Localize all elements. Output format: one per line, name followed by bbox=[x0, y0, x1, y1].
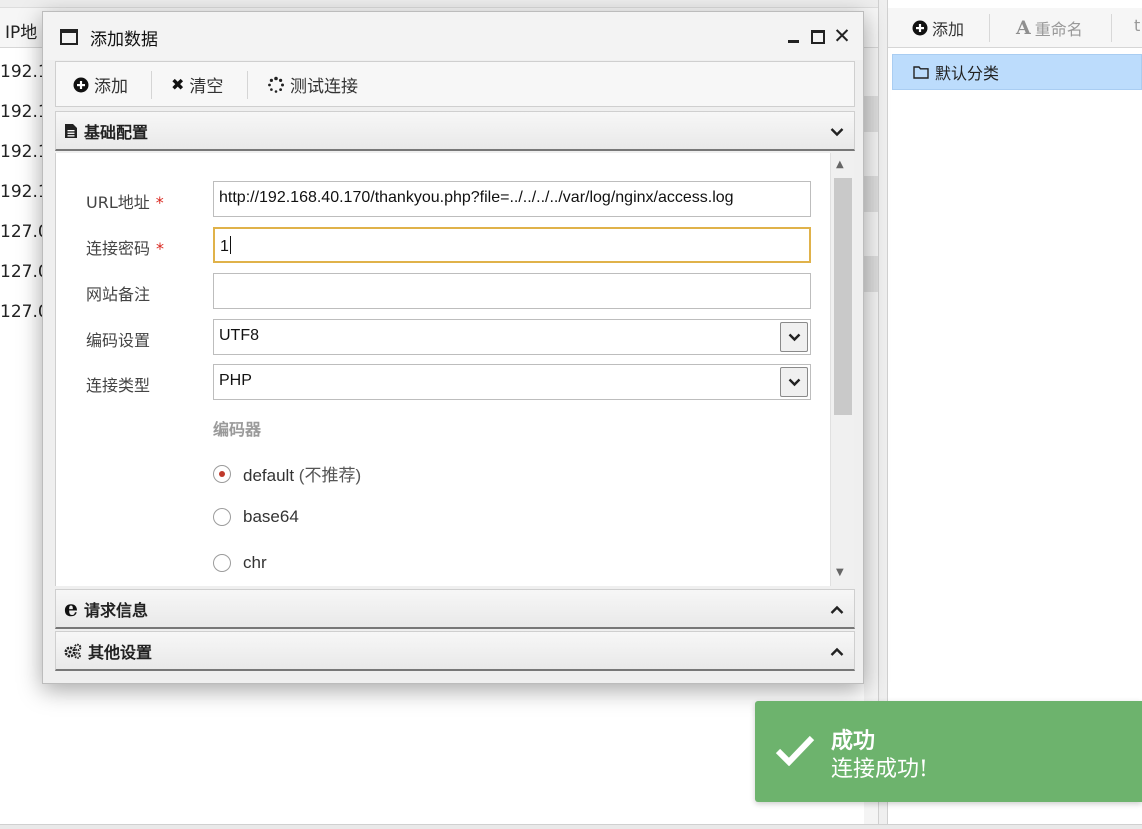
plus-circle-icon bbox=[912, 20, 928, 36]
category-toolbar: 添加 A 重命名 t bbox=[888, 8, 1142, 48]
url-input[interactable]: http://192.168.40.170/thankyou.php?file=… bbox=[213, 181, 811, 217]
category-item-label: 默认分类 bbox=[935, 64, 1000, 83]
dialog-toolbar: 添加 ✖ 清空 测试连接 bbox=[55, 61, 855, 107]
section-request-info[interactable]: e 请求信息 bbox=[55, 589, 855, 629]
encoder-name: default bbox=[243, 466, 295, 485]
encoder-name: base64 bbox=[243, 507, 299, 526]
toast-message: 连接成功! bbox=[831, 757, 928, 782]
close-x-icon: ✖ bbox=[171, 75, 185, 94]
type-label: 连接类型 bbox=[86, 376, 151, 395]
toolbar-divider bbox=[247, 71, 248, 99]
add-button[interactable]: 添加 bbox=[73, 72, 128, 97]
password-label: 连接密码 * bbox=[86, 239, 165, 258]
category-rename-label: 重命名 bbox=[1034, 20, 1083, 39]
url-label: URL地址 * bbox=[86, 193, 164, 212]
dialog-title-bar[interactable]: 添加数据 ✕ bbox=[43, 12, 863, 60]
category-more-label: t bbox=[1134, 16, 1141, 35]
document-icon bbox=[65, 123, 77, 138]
dialog-title: 添加数据 bbox=[90, 30, 158, 50]
checkmark-icon bbox=[775, 735, 815, 766]
password-input[interactable]: 1 bbox=[213, 227, 811, 263]
type-row: 连接类型 PHP bbox=[56, 362, 842, 402]
encoder-note: (不推荐) bbox=[298, 466, 362, 485]
basic-config-form: URL地址 * http://192.168.40.170/thankyou.ph… bbox=[55, 153, 842, 586]
list-scroll-mark bbox=[864, 176, 878, 212]
encoding-label: 编码设置 bbox=[86, 331, 151, 350]
scroll-down-icon[interactable]: ▼ bbox=[836, 567, 844, 578]
note-label: 网站备注 bbox=[86, 285, 151, 304]
section-basic-config[interactable]: 基础配置 bbox=[55, 111, 855, 151]
column-strip bbox=[0, 0, 878, 8]
scroll-thumb[interactable] bbox=[834, 178, 852, 415]
radio-unchecked[interactable] bbox=[213, 554, 231, 572]
status-bar bbox=[0, 824, 1142, 829]
chevron-up-icon bbox=[830, 642, 844, 661]
chevron-up-icon bbox=[830, 600, 844, 619]
encoding-select[interactable]: UTF8 bbox=[213, 319, 811, 355]
encoder-radio-base64[interactable]: base64 bbox=[213, 507, 299, 527]
section-request-info-label: 请求信息 bbox=[84, 600, 149, 620]
chevron-down-icon bbox=[830, 122, 844, 141]
add-button-label: 添加 bbox=[94, 77, 128, 97]
chevron-down-icon bbox=[788, 378, 800, 386]
category-add-button[interactable]: 添加 bbox=[912, 16, 964, 40]
clear-button[interactable]: ✖ 清空 bbox=[171, 72, 223, 97]
encoding-row: 编码设置 UTF8 bbox=[56, 317, 842, 357]
add-data-dialog: 添加数据 ✕ 添加 ✖ 清空 测试连接 基础配置 URL地址 * http://… bbox=[42, 11, 864, 684]
toolbar-divider bbox=[989, 14, 990, 42]
encoder-radio-chr[interactable]: chr bbox=[213, 553, 267, 573]
category-item-default[interactable]: 默认分类 bbox=[892, 54, 1142, 90]
gears-icon bbox=[64, 643, 82, 659]
list-scroll-mark bbox=[864, 256, 878, 292]
url-row: URL地址 * http://192.168.40.170/thankyou.ph… bbox=[56, 179, 842, 219]
category-add-label: 添加 bbox=[932, 20, 965, 39]
toolbar-divider bbox=[1111, 14, 1112, 42]
chevron-down-icon bbox=[788, 333, 800, 341]
encoder-radio-default[interactable]: default (不推荐) bbox=[213, 461, 361, 486]
list-scroll-mark bbox=[864, 96, 878, 132]
close-button[interactable]: ✕ bbox=[832, 26, 852, 47]
toolbar-divider bbox=[151, 71, 152, 99]
column-header-ip[interactable]: IP地 bbox=[5, 18, 37, 43]
radio-unchecked[interactable] bbox=[213, 508, 231, 526]
folder-icon bbox=[913, 66, 929, 79]
test-connection-label: 测试连接 bbox=[290, 77, 358, 97]
clear-button-label: 清空 bbox=[189, 77, 224, 97]
edge-icon: e bbox=[64, 595, 78, 622]
scroll-up-icon[interactable]: ▲ bbox=[836, 159, 844, 170]
minimize-button[interactable] bbox=[784, 26, 804, 46]
section-basic-config-label: 基础配置 bbox=[84, 122, 149, 142]
required-mark: * bbox=[155, 193, 164, 212]
window-icon bbox=[60, 29, 78, 45]
form-scrollbar[interactable]: ▲ ▼ bbox=[830, 153, 854, 586]
password-row: 连接密码 * 1 bbox=[56, 225, 842, 265]
type-select[interactable]: PHP bbox=[213, 364, 811, 400]
test-connection-button[interactable]: 测试连接 bbox=[267, 72, 358, 97]
required-mark: * bbox=[156, 239, 165, 258]
type-value: PHP bbox=[219, 372, 252, 389]
success-toast[interactable]: 成功 连接成功! bbox=[755, 701, 1142, 802]
spinner-icon bbox=[268, 76, 284, 93]
font-a-icon: A bbox=[1016, 17, 1031, 39]
section-other-settings[interactable]: 其他设置 bbox=[55, 631, 855, 671]
category-more-button[interactable]: t bbox=[1134, 16, 1140, 35]
note-row: 网站备注 bbox=[56, 271, 842, 311]
text-caret bbox=[229, 236, 231, 254]
encoder-group-label: 编码器 bbox=[213, 420, 262, 439]
category-rename-button[interactable]: A 重命名 bbox=[1016, 16, 1083, 40]
maximize-button[interactable] bbox=[808, 26, 828, 46]
encoder-name: chr bbox=[243, 553, 267, 572]
radio-checked[interactable] bbox=[213, 464, 231, 483]
plus-circle-icon bbox=[73, 77, 89, 92]
section-other-settings-label: 其他设置 bbox=[88, 642, 153, 662]
note-input[interactable] bbox=[213, 273, 811, 309]
type-dropdown-button[interactable] bbox=[780, 367, 808, 397]
encoding-value: UTF8 bbox=[219, 327, 259, 344]
password-value: 1 bbox=[220, 238, 229, 255]
encoding-dropdown-button[interactable] bbox=[780, 322, 808, 352]
